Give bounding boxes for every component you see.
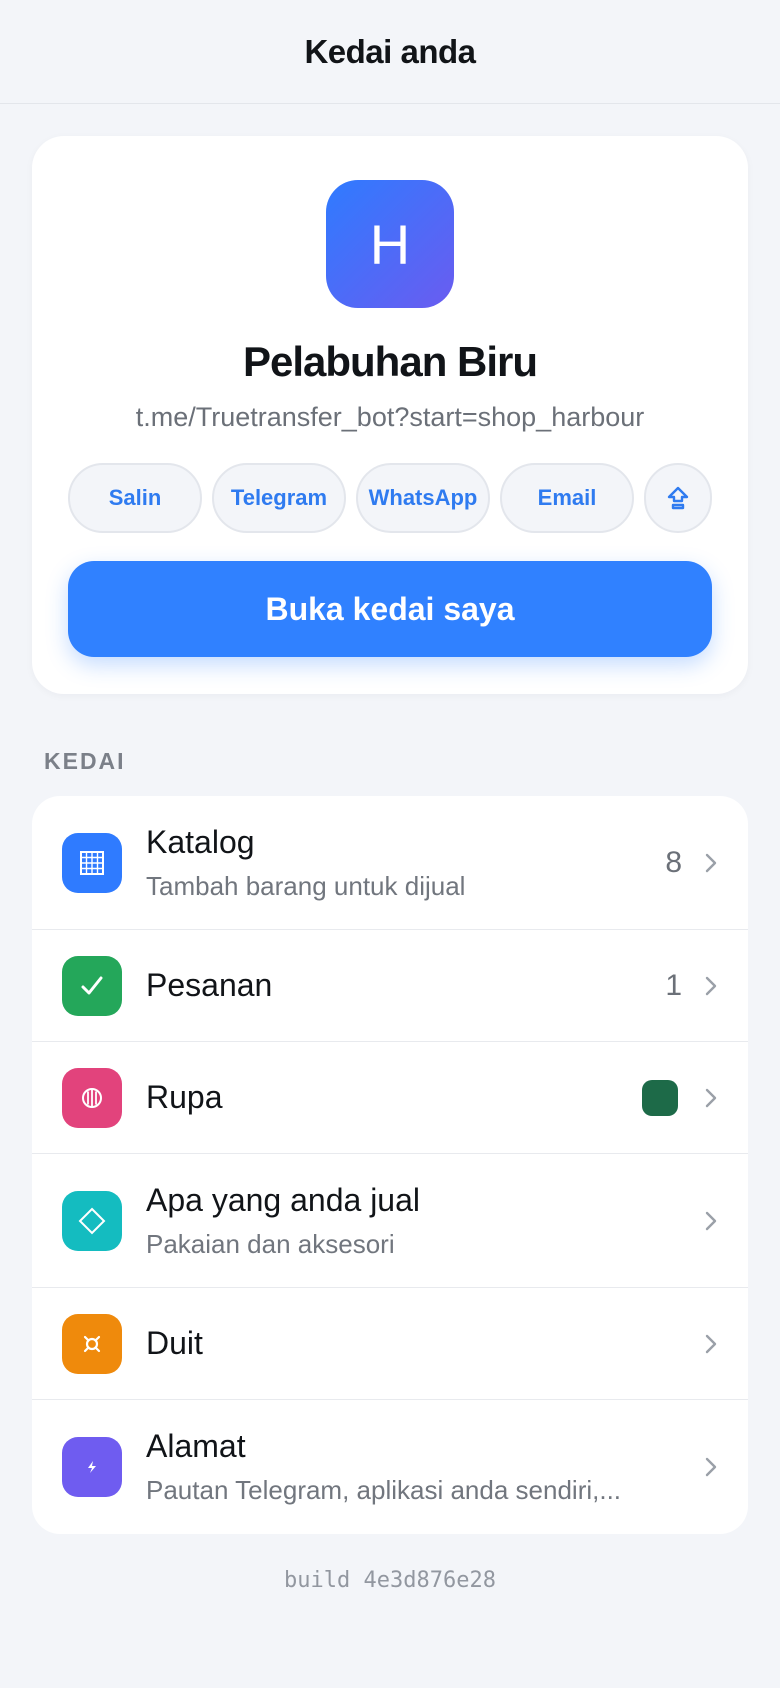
chevron-right-icon: [705, 853, 717, 872]
theme-color-swatch: [642, 1079, 678, 1116]
palette-icon: [82, 1087, 102, 1108]
catalog-icon-tile: [62, 832, 122, 893]
list-item-subtitle: Tambah barang untuk dijual: [146, 870, 466, 901]
top-bar: Kedai anda: [0, 0, 780, 104]
list-item-title: Apa yang anda jual: [146, 1181, 420, 1218]
chevron-right-icon: [705, 976, 717, 995]
catalog-count: 8: [665, 845, 682, 879]
list-item-title: Katalog: [146, 823, 255, 860]
list-item-address[interactable]: Alamat Pautan Telegram, aplikasi anda se…: [32, 1400, 748, 1534]
section-label: KEDAI: [44, 748, 126, 774]
orders-icon-tile: [62, 955, 122, 1016]
settings-list: Katalog Tambah barang untuk dijual 8 Pes…: [32, 796, 748, 1534]
link-icon: [88, 1461, 96, 1473]
list-item-appearance[interactable]: Rupa: [32, 1042, 748, 1154]
chevron-right-icon: [705, 1334, 717, 1353]
list-item-orders[interactable]: Pesanan 1: [32, 930, 748, 1042]
chevron-right-icon: [705, 1211, 717, 1230]
money-icon-tile: [62, 1313, 122, 1374]
appearance-icon-tile: [62, 1067, 122, 1128]
diamond-icon: [78, 1207, 106, 1234]
share-icon: [667, 486, 689, 510]
share-telegram-button[interactable]: Telegram: [212, 463, 346, 533]
list-item-title: Alamat: [146, 1428, 246, 1464]
copy-button[interactable]: Salin: [68, 463, 202, 533]
list-item-title: Pesanan: [146, 967, 273, 1003]
share-row: Salin Telegram WhatsApp Email: [68, 463, 712, 533]
orders-count: 1: [665, 968, 682, 1002]
list-item-money[interactable]: Duit: [32, 1288, 748, 1400]
share-email-button[interactable]: Email: [500, 463, 634, 533]
share-whatsapp-button[interactable]: WhatsApp: [356, 463, 490, 533]
shop-card: H Pelabuhan Biru t.me/Truetransfer_bot?s…: [32, 136, 748, 694]
grid-icon: [80, 850, 104, 875]
list-item-catalog[interactable]: Katalog Tambah barang untuk dijual 8: [32, 796, 748, 930]
list-item-what-you-sell[interactable]: Apa yang anda jual Pakaian dan aksesori: [32, 1154, 748, 1288]
open-shop-button[interactable]: Buka kedai saya: [68, 561, 712, 657]
list-item-title: Rupa: [146, 1079, 223, 1115]
check-icon: [81, 976, 103, 994]
share-more-button[interactable]: [644, 463, 712, 533]
address-icon-tile: [62, 1437, 122, 1497]
shop-name: Pelabuhan Biru: [242, 338, 538, 385]
currency-icon: [83, 1335, 101, 1352]
list-item-title: Duit: [146, 1325, 203, 1361]
chevron-right-icon: [705, 1088, 717, 1107]
shop-avatar: H: [326, 180, 454, 308]
shop-link: t.me/Truetransfer_bot?start=shop_harbour: [135, 402, 645, 432]
list-item-subtitle: Pautan Telegram, aplikasi anda sendiri,.…: [146, 1475, 622, 1505]
chevron-right-icon: [705, 1457, 717, 1477]
what-you-sell-icon-tile: [62, 1190, 122, 1251]
build-version: build 4e3d876e28: [284, 1568, 496, 1593]
page-title: Kedai anda: [304, 32, 476, 70]
list-item-subtitle: Pakaian dan aksesori: [146, 1228, 395, 1259]
